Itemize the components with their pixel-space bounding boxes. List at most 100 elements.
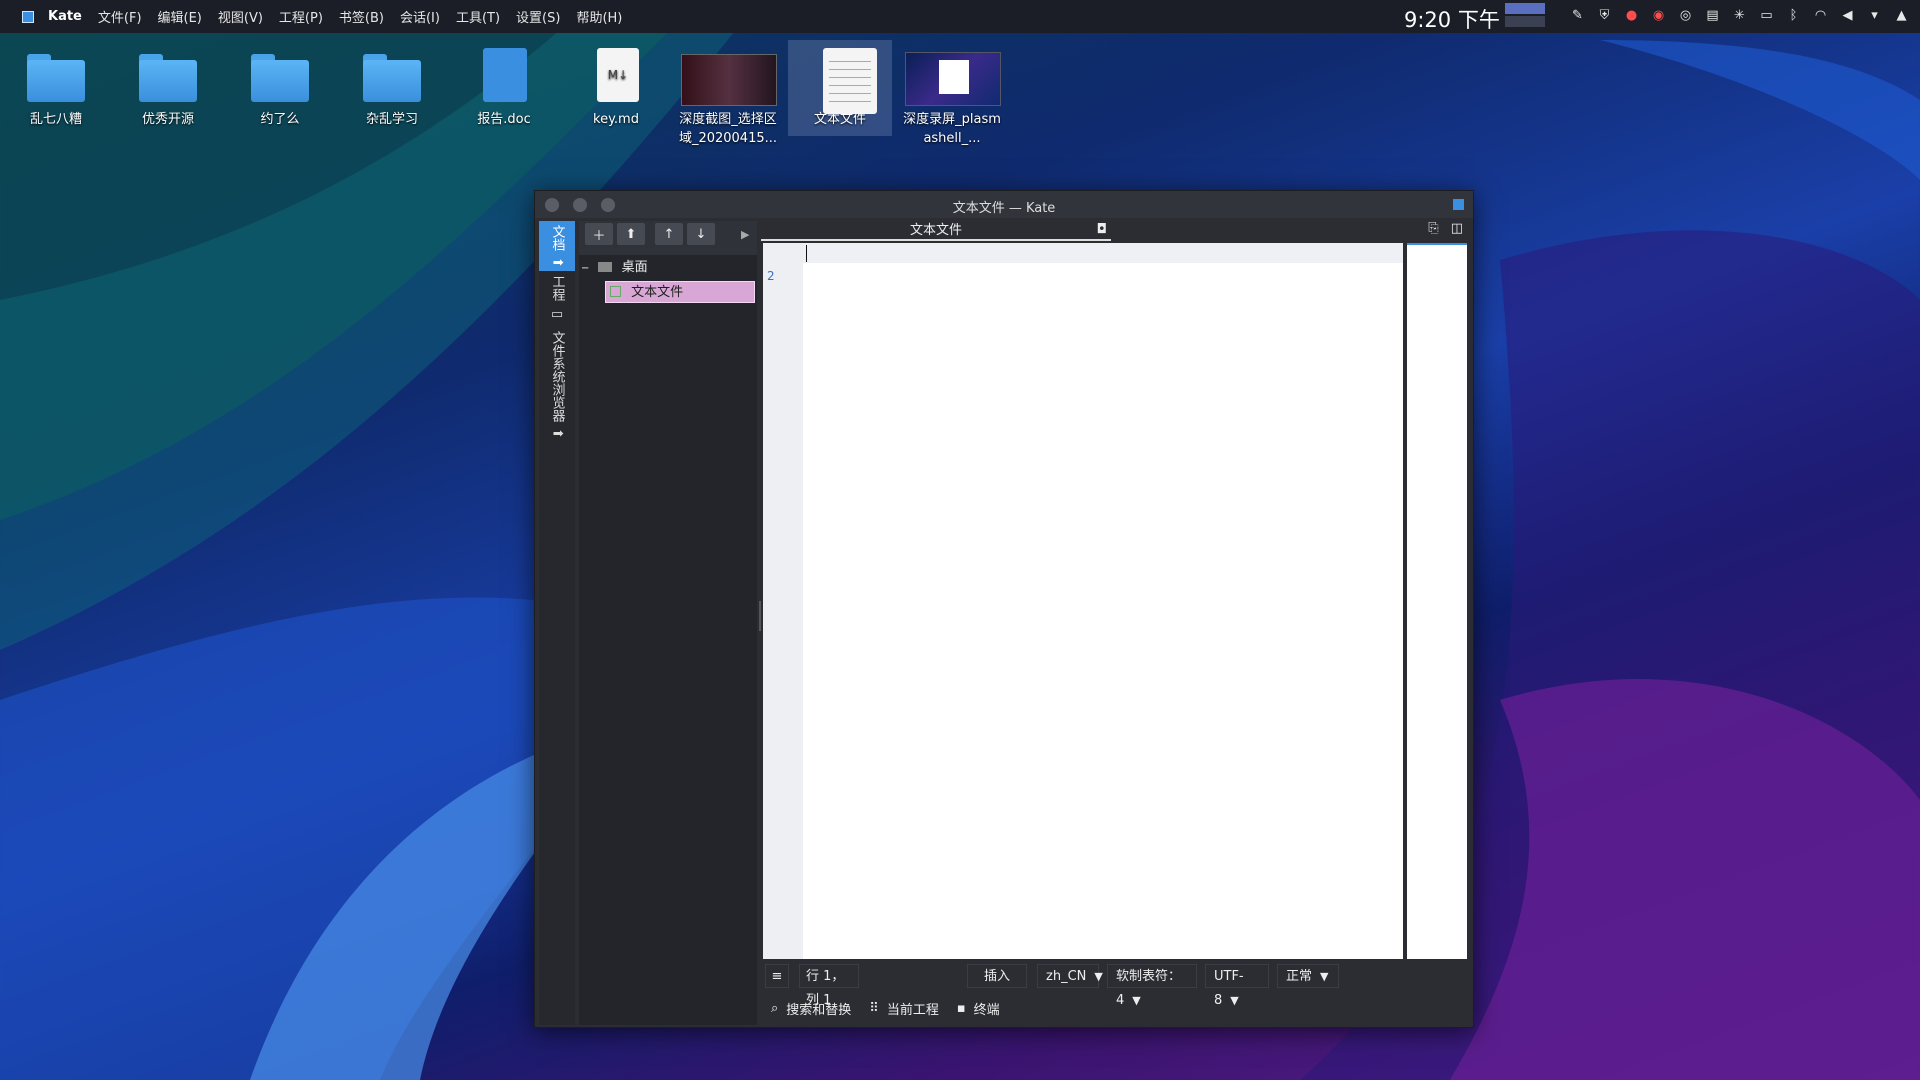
kde-icon[interactable]: ▲	[1892, 6, 1911, 25]
menu-project[interactable]: 工程(P)	[279, 7, 323, 26]
dropdown-arrow-icon: ▼	[1094, 970, 1103, 983]
kate-app-icon[interactable]	[22, 10, 34, 23]
quick-open-icon[interactable]: ⎘	[1428, 221, 1438, 236]
tree-file-text[interactable]: 文本文件	[605, 281, 755, 303]
terminal-toolview[interactable]: ▪ 终端	[957, 999, 1000, 1018]
desktop-file-screenshot[interactable]: 深度截图_选择区域_20200415...	[676, 40, 780, 148]
volume-icon[interactable]: ◀	[1838, 6, 1857, 25]
desktop-2[interactable]	[1505, 16, 1545, 27]
dictionary-value: zh_CN	[1046, 969, 1087, 984]
desktop-folder-3[interactable]: 约了么	[228, 40, 332, 129]
chrome-icon[interactable]: ◎	[1676, 6, 1695, 25]
desktop-folder-4[interactable]: 杂乱学习	[340, 40, 444, 129]
cursor-position[interactable]: 行 1，列 1	[799, 964, 859, 1008]
shield-icon[interactable]: ⛨	[1595, 6, 1614, 25]
tab-projects-label: 工程	[549, 274, 565, 301]
current-project-toolview[interactable]: ⠿ 当前工程	[869, 999, 939, 1018]
top-panel: Kate 文件(F) 编辑(E) 视图(V) 工程(P) 书签(B) 会话(I)…	[0, 0, 1920, 33]
clock[interactable]: 9:20 下午	[1404, 4, 1500, 34]
save-document-button[interactable]: ⬆	[617, 223, 645, 245]
folder-icon	[25, 46, 87, 106]
folder-icon	[361, 46, 423, 106]
tab-documents-label: 文档	[549, 224, 565, 251]
desktop-file-doc[interactable]: 报告.doc	[452, 40, 556, 129]
folder-icon	[137, 46, 199, 106]
desktop-icon-label: 杂乱学习	[365, 112, 418, 127]
menu-bookmarks[interactable]: 书签(B)	[339, 7, 384, 26]
clipboard-icon[interactable]: ▤	[1703, 6, 1722, 25]
notes-icon[interactable]: ✎	[1568, 6, 1587, 25]
network-icon[interactable]: ✳	[1730, 6, 1749, 25]
menu-file[interactable]: 文件(F)	[98, 7, 142, 26]
virtual-desktop-pager[interactable]	[1505, 3, 1545, 27]
window-titlebar[interactable]: 文本文件 — Kate	[535, 191, 1473, 218]
desktop-file-text[interactable]: 文本文件	[788, 40, 892, 136]
editor-actions: ⎘ ◫	[1428, 221, 1463, 236]
desktop-file-md[interactable]: key.md	[564, 40, 668, 129]
terminal-icon: ▪	[956, 1000, 966, 1016]
text-editor[interactable]: 2	[763, 243, 1403, 959]
status-bar: ≡ 行 1，列 1 插入 zh_CN ▼ 软制表符：4 ▼ UTF-8 ▼ 正常 ▼	[763, 962, 1469, 1008]
document-icon	[473, 46, 535, 106]
window-title: 文本文件 — Kate	[952, 201, 1056, 216]
markdown-icon	[585, 46, 647, 106]
desktop-icon-label: 优秀开源	[141, 112, 194, 127]
record-icon[interactable]: ●	[1622, 6, 1641, 25]
project-grid-icon: ⠿	[869, 1000, 879, 1016]
editor-area: 文本文件 ◘ ⎘ ◫ 2 ≡ 行 1，列 1 插入 zh_CN ▼ 软制表符：4…	[761, 219, 1471, 1025]
tab-projects[interactable]: 工程 ▭	[539, 273, 575, 323]
split-view-icon[interactable]: ◫	[1451, 221, 1463, 236]
more-arrow-icon[interactable]: ▶	[741, 228, 749, 241]
left-sidebar-tabs: 文档 ⬆ 工程 ▭ 文件系统浏览器 ⬆	[539, 221, 575, 1025]
document-tab[interactable]: 文本文件 ◘	[761, 219, 1111, 241]
upload-icon: ⬆	[549, 256, 565, 268]
app-name[interactable]: Kate	[48, 9, 82, 24]
close-tab-icon[interactable]: ◘	[1097, 222, 1107, 237]
search-toolview-label: 搜索和替换	[786, 1002, 852, 1018]
tree-folder-desktop[interactable]: − 桌面	[581, 257, 751, 279]
desktop-icon-label: 深度录屏_plasmashell_...	[903, 112, 1001, 146]
syntax-mode-select[interactable]: 正常 ▼	[1277, 964, 1339, 988]
menu-sessions[interactable]: 会话(I)	[400, 7, 440, 26]
move-up-button[interactable]: ↑	[655, 223, 683, 245]
tab-filesystem-browser[interactable]: 文件系统浏览器 ⬆	[539, 325, 575, 445]
search-replace-toolview[interactable]: ⌕ 搜索和替换	[771, 999, 851, 1018]
tree-file-label: 文本文件	[631, 285, 684, 300]
document-tab-bar: 文本文件 ◘ ⎘ ◫	[761, 219, 1471, 241]
desktop-folder-2[interactable]: 优秀开源	[116, 40, 220, 129]
folder-icon	[249, 46, 311, 106]
desktop-icon-label: 约了么	[260, 112, 300, 127]
desktop-icon-label: 乱七八糟	[29, 112, 82, 127]
menu-help[interactable]: 帮助(H)	[576, 7, 622, 26]
menu-settings[interactable]: 设置(S)	[516, 7, 560, 26]
tab-filesystem-label: 文件系统浏览器	[549, 331, 565, 423]
battery-icon[interactable]: ▭	[1757, 6, 1776, 25]
input-mode[interactable]: 插入	[967, 964, 1027, 988]
keep-above-icon[interactable]	[1453, 199, 1464, 210]
menu-view[interactable]: 视图(V)	[218, 7, 263, 26]
move-down-button[interactable]: ↓	[687, 223, 715, 245]
encoding-select[interactable]: UTF-8 ▼	[1205, 964, 1269, 1008]
ubuntu-icon[interactable]: ◉	[1649, 6, 1668, 25]
menu-tools[interactable]: 工具(T)	[456, 7, 500, 26]
minimap[interactable]	[1407, 243, 1467, 959]
menu-edit[interactable]: 编辑(E)	[158, 7, 202, 26]
folder-icon: ▭	[549, 306, 565, 322]
tab-documents[interactable]: 文档 ⬆	[539, 221, 575, 271]
documents-panel: ＋ ⬆ ↑ ↓ ▶ − 桌面 文本文件	[579, 221, 757, 1025]
terminal-toolview-label: 终端	[973, 1002, 1000, 1018]
desktop-folder-1[interactable]: 乱七八糟	[4, 40, 108, 129]
indentation-select[interactable]: 软制表符：4 ▼	[1107, 964, 1197, 1008]
desktop-icon-label: key.md	[593, 112, 639, 127]
text-caret	[806, 245, 807, 262]
desktop-1[interactable]	[1505, 3, 1545, 14]
collapse-icon[interactable]: −	[581, 263, 589, 274]
dictionary-select[interactable]: zh_CN ▼	[1037, 964, 1103, 988]
expand-icon[interactable]: ▾	[1865, 6, 1884, 25]
system-tray: ✎ ⛨ ● ◉ ◎ ▤ ✳ ▭ ᛒ ◠ ◀ ▾ ▲	[1568, 6, 1911, 25]
new-document-button[interactable]: ＋	[585, 223, 613, 245]
bluetooth-icon[interactable]: ᛒ	[1784, 6, 1803, 25]
wifi-icon[interactable]: ◠	[1811, 6, 1830, 25]
word-wrap-icon[interactable]: ≡	[765, 964, 789, 988]
desktop-file-recording[interactable]: 深度录屏_plasmashell_...	[900, 40, 1004, 148]
